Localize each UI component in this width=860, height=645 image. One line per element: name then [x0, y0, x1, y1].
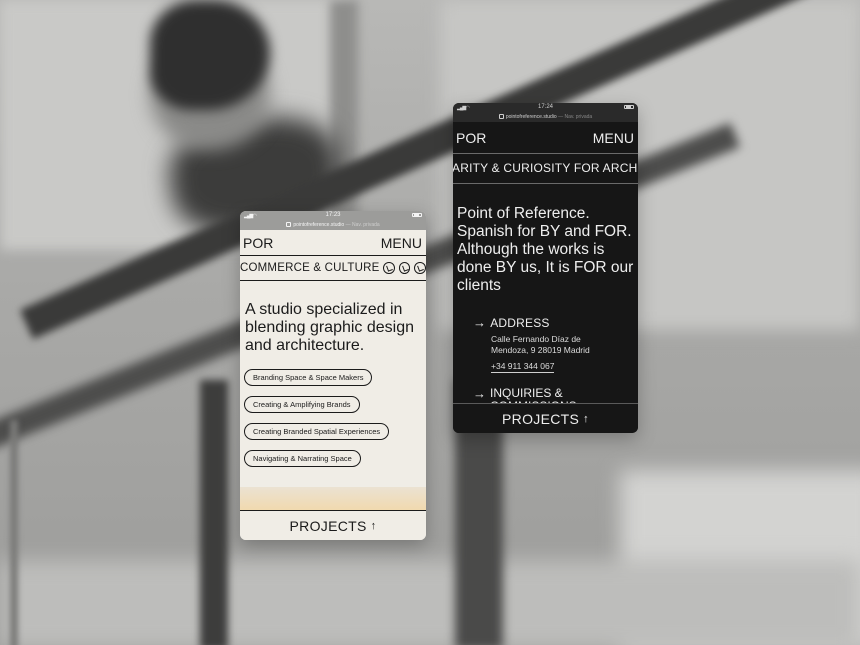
- marquee-ticker: COMMERCE & CULTURE: [240, 255, 426, 281]
- arrow-up-icon: ↑: [370, 519, 377, 532]
- address-bar[interactable]: pointofreference.studio — Nav. privada: [453, 113, 638, 122]
- phone-link[interactable]: +34 911 344 067: [491, 361, 555, 373]
- arrow-right-icon: →: [473, 315, 487, 330]
- phone-screen-light: ▂▄▆ ◠ 17:23 pointofreference.studio — Na…: [240, 211, 426, 540]
- marquee-text: COMMERCE & CULTURE: [240, 262, 380, 274]
- service-pill[interactable]: Branding Space & Space Makers: [244, 369, 373, 386]
- phone-screen-dark: ▂▄▆ ◠ 17:24 pointofreference.studio — Na…: [453, 103, 638, 433]
- projects-button[interactable]: PROJECTS ↑: [240, 510, 426, 540]
- menu-button[interactable]: MENU: [593, 130, 634, 146]
- service-pill[interactable]: Creating & Amplifying Brands: [244, 396, 360, 413]
- marquee-text: ARITY & CURIOSITY FOR ARCHIT: [453, 161, 638, 175]
- address-heading-label: ADDRESS: [490, 315, 550, 330]
- logo[interactable]: POR: [243, 235, 273, 251]
- projects-button[interactable]: PROJECTS ↑: [453, 403, 638, 433]
- address-heading: → ADDRESS: [473, 315, 638, 330]
- battery-icon: [624, 105, 634, 109]
- background-post: [200, 380, 228, 645]
- private-browsing-label: — Nav. privada: [558, 114, 593, 120]
- address-text: Calle Fernando Díaz de Mendoza, 9 28019 …: [453, 334, 638, 356]
- decorative-glyph-icon: [383, 262, 395, 274]
- service-pill[interactable]: Creating Branded Spatial Experiences: [244, 423, 390, 440]
- background-post: [10, 420, 18, 645]
- status-time: 17:23: [325, 212, 341, 218]
- service-pills: Branding Space & Space Makers Creating &…: [240, 367, 426, 475]
- logo[interactable]: POR: [456, 130, 486, 146]
- battery-icon: [412, 213, 422, 217]
- projects-label: PROJECTS: [289, 517, 367, 534]
- status-bar: ▂▄▆ ◠ 17:24: [453, 103, 638, 113]
- status-time: 17:24: [537, 104, 553, 110]
- url-domain: pointofreference.studio: [505, 114, 557, 120]
- top-nav: POR MENU: [453, 122, 638, 153]
- top-nav: POR MENU: [240, 230, 426, 255]
- address-line: Calle Fernando Díaz de: [491, 334, 581, 344]
- image-strip: [240, 487, 426, 511]
- headline: A studio specialized in blending graphic…: [245, 301, 415, 354]
- marquee-ticker: ARITY & CURIOSITY FOR ARCHIT: [453, 153, 638, 184]
- menu-button[interactable]: MENU: [381, 235, 422, 251]
- headline: Point of Reference. Spanish for BY and F…: [457, 205, 634, 294]
- status-bar: ▂▄▆ ◠ 17:23: [240, 211, 426, 221]
- arrow-up-icon: ↑: [583, 412, 589, 425]
- projects-label: PROJECTS: [502, 410, 580, 427]
- decorative-glyph-icon: [398, 262, 411, 274]
- url-domain: pointofreference.studio: [293, 222, 345, 228]
- address-bar[interactable]: pointofreference.studio — Nav. privada: [240, 221, 426, 230]
- background-floor: [0, 560, 860, 645]
- decorative-glyph-icon: [414, 262, 426, 274]
- lock-icon: [286, 222, 292, 228]
- lock-icon: [498, 114, 504, 120]
- background-photo: [0, 0, 860, 645]
- service-pill[interactable]: Navigating & Narrating Space: [244, 450, 361, 467]
- address-line: Mendoza, 9 28019 Madrid: [491, 345, 590, 355]
- private-browsing-label: — Nav. privada: [345, 222, 380, 228]
- address-section: → ADDRESS: [453, 315, 638, 330]
